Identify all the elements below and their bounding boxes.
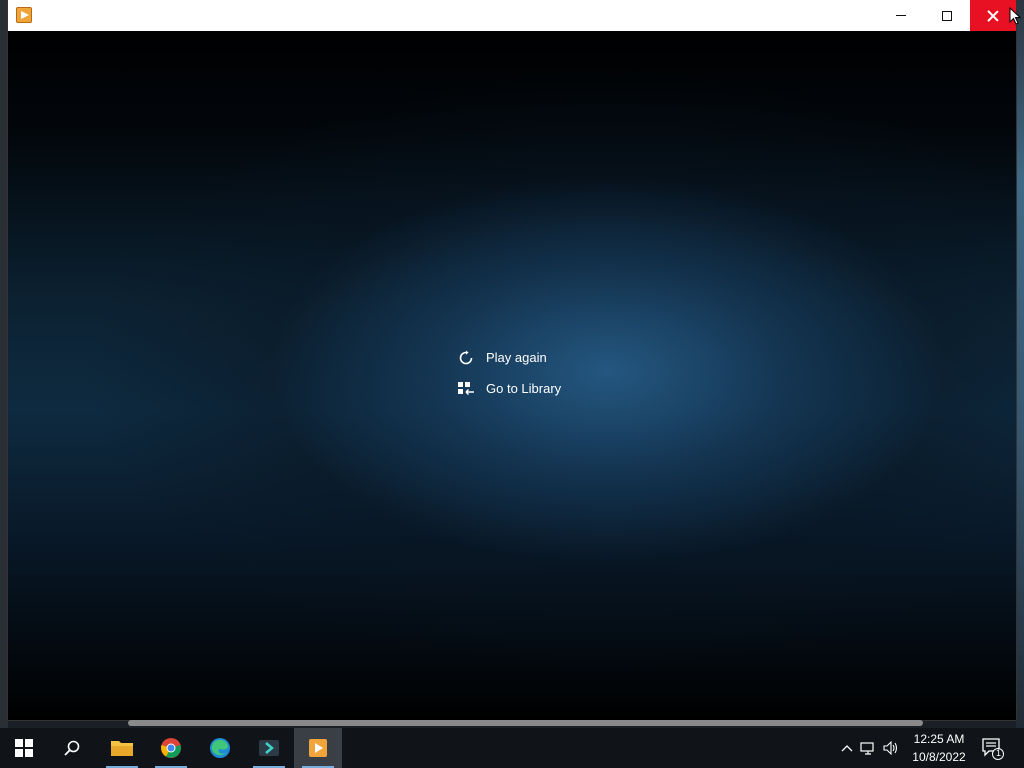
maximize-button[interactable]: [924, 0, 970, 31]
file-explorer-button[interactable]: [98, 728, 146, 768]
desktop-background-left: [0, 0, 8, 728]
play-again-button[interactable]: Play again: [456, 342, 561, 373]
search-icon: [64, 740, 80, 756]
minimize-button[interactable]: [878, 0, 924, 31]
edge-button[interactable]: [196, 728, 244, 768]
media-player-window: Play again Go to Library: [8, 0, 1016, 720]
system-tray: [838, 728, 902, 768]
go-to-library-label: Go to Library: [486, 381, 562, 396]
windows-icon: [15, 739, 33, 757]
library-icon: [456, 379, 476, 399]
taskbar: 12:25 AM 10/8/2022 1: [0, 728, 1024, 768]
action-center-button[interactable]: 1: [980, 736, 1004, 760]
chrome-button[interactable]: [147, 728, 195, 768]
desktop: Play again Go to Library: [0, 0, 1024, 728]
app-button[interactable]: [245, 728, 293, 768]
clock-date: 10/8/2022: [912, 750, 966, 764]
notification-count: 1: [995, 748, 1001, 758]
end-of-playback-menu: Play again Go to Library: [456, 342, 561, 404]
desktop-background-right: [1016, 0, 1024, 728]
media-player-app-icon[interactable]: [16, 7, 32, 23]
maximize-icon: [942, 10, 952, 21]
replay-icon: [456, 348, 476, 368]
title-bar[interactable]: [8, 0, 1016, 31]
clock[interactable]: 12:25 AM 10/8/2022: [904, 730, 974, 766]
folder-icon: [111, 741, 133, 756]
go-to-library-button[interactable]: Go to Library: [456, 373, 561, 404]
app-icon: [259, 740, 279, 756]
start-button[interactable]: [0, 728, 48, 768]
edge-icon: [210, 738, 230, 758]
network-icon[interactable]: [856, 741, 880, 755]
show-hidden-icons-chevron-icon[interactable]: [838, 744, 856, 752]
media-player-icon: [309, 739, 327, 757]
close-icon: [987, 10, 999, 22]
horizontal-scrollbar[interactable]: [128, 720, 923, 726]
play-again-label: Play again: [486, 350, 547, 365]
media-player-taskbar-button[interactable]: [294, 728, 342, 768]
minimize-icon: [896, 15, 906, 16]
search-button[interactable]: [48, 728, 96, 768]
video-area[interactable]: Play again Go to Library: [8, 31, 1016, 720]
volume-icon[interactable]: [880, 741, 902, 755]
clock-time: 12:25 AM: [913, 732, 965, 746]
chrome-icon: [161, 738, 181, 758]
